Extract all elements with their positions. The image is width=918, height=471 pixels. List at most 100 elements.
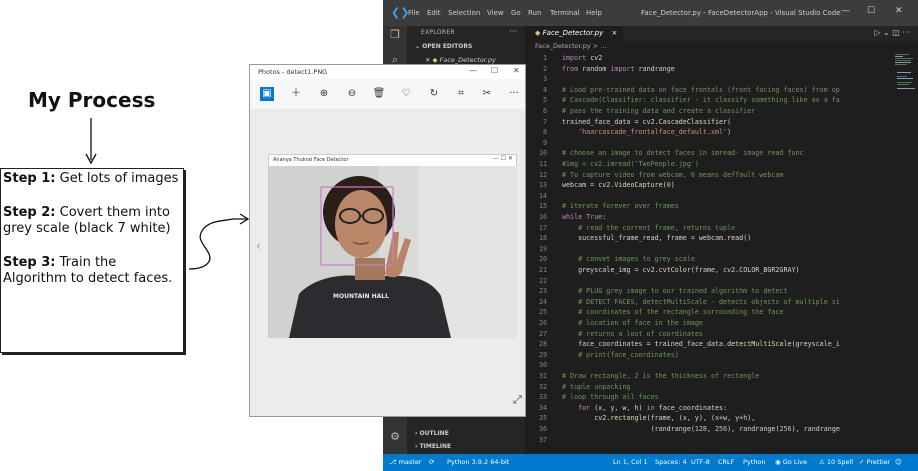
indentation[interactable]: Spaces: 4 xyxy=(655,458,687,466)
cursor-position[interactable]: Ln 1, Col 1 xyxy=(613,458,648,466)
edit-icon[interactable]: ✂ xyxy=(480,87,494,101)
zoom-out-icon[interactable]: ⊖ xyxy=(345,87,359,101)
code-line[interactable]: # pass the training data and create a cl… xyxy=(562,107,755,115)
python-interpreter[interactable]: Python 3.9.2 64-bit xyxy=(447,458,509,466)
sync-icon[interactable]: ⟳ xyxy=(429,458,434,466)
fullscreen-icon[interactable]: ⤢ xyxy=(513,393,522,407)
line-number: 30 xyxy=(538,361,547,370)
open-editors-section[interactable]: ⌄ OPEN EDITORS xyxy=(415,43,472,50)
feedback-icon[interactable]: ☺ xyxy=(895,458,902,466)
view-image-icon[interactable]: ▣ xyxy=(260,87,274,101)
go-live-button[interactable]: ◉ Go Live xyxy=(775,458,807,466)
code-line[interactable]: for (x, y, w, h) in face_coordinates: xyxy=(562,404,727,412)
menu-view[interactable]: View xyxy=(487,9,504,17)
code-line[interactable]: # choose an image to detect faces in imr… xyxy=(562,149,804,157)
eol[interactable]: CRLF xyxy=(718,458,734,466)
branch-status[interactable]: ⎇ master xyxy=(389,458,421,466)
more-icon[interactable]: ··· xyxy=(507,87,521,101)
code-line[interactable]: # read the current frame, returns tuple xyxy=(562,224,735,232)
language-mode[interactable]: Python xyxy=(743,458,766,466)
code-line[interactable]: # loop through all faces xyxy=(562,393,659,401)
status-bar: ⎇ master ⟳ Python 3.9.2 64-bit Ln 1, Col… xyxy=(383,454,918,471)
menu-file[interactable]: File xyxy=(408,9,420,17)
code-line[interactable]: (randrange(128, 256), randrange(256), ra… xyxy=(562,425,840,433)
encoding[interactable]: UTF-8 xyxy=(691,458,710,466)
photos-close-icon[interactable]: ✕ xyxy=(513,66,520,75)
minimize-icon[interactable]: — xyxy=(841,6,850,16)
previous-arrow-icon[interactable]: ‹ xyxy=(256,239,261,253)
detector-window-controls-icon: — ☐ ✕ xyxy=(492,155,513,162)
code-line[interactable]: sucessful_frame_read, frame = webcam.rea… xyxy=(562,234,751,242)
code-line[interactable]: # iterate forever over frames xyxy=(562,202,679,210)
line-number: 35 xyxy=(538,414,547,423)
settings-gear-icon[interactable]: ⚙ xyxy=(389,431,401,443)
favorite-icon[interactable]: ♡ xyxy=(399,87,413,101)
delete-icon[interactable]: 🗑 xyxy=(372,87,386,101)
code-line[interactable]: face_coordinates = trained_face_data.det… xyxy=(562,340,840,348)
code-line[interactable]: import cv2 xyxy=(562,54,602,62)
code-line[interactable]: # DETECT FACES, detectMultiScale - detec… xyxy=(562,298,840,306)
code-line[interactable]: greyscale_img = cv2.cvtColor(frame, cv2.… xyxy=(562,266,799,274)
line-number: 20 xyxy=(538,255,547,264)
timeline-section[interactable]: › TIMELINE xyxy=(415,443,451,450)
code-line[interactable]: # Draw rectangle, 2 is the thickness of … xyxy=(562,372,759,380)
menu-terminal[interactable]: Terminal xyxy=(550,9,580,17)
open-file-item[interactable]: ✕ ◆ Face_Detector.py xyxy=(425,56,496,64)
line-number: 33 xyxy=(538,393,547,402)
code-line[interactable]: #img = cv2.imread('TwoPeople.jpg') xyxy=(562,160,699,168)
more-actions-icon[interactable]: ··· xyxy=(509,27,517,36)
menu-help[interactable]: Help xyxy=(586,9,602,17)
code-line[interactable]: cv2.rectangle(frame, (x, y), (x+w, y+h), xyxy=(562,414,755,422)
tab-face-detector[interactable]: ◆ Face_Detector.py × xyxy=(525,26,623,41)
zoom-in-icon[interactable]: ⊕ xyxy=(317,87,331,101)
code-line[interactable]: while True: xyxy=(562,213,606,221)
line-number: 8 xyxy=(542,128,547,137)
line-number: 21 xyxy=(538,266,547,274)
code-line[interactable]: # Load pre-trained data on face frontals… xyxy=(562,86,840,94)
vscode-logo-icon: ❮❯ xyxy=(391,6,410,19)
line-number: 11 xyxy=(538,160,547,168)
code-line[interactable]: # print(face_coordinates) xyxy=(562,351,679,359)
slide-panel: My Process Step 1: Get lots of images St… xyxy=(0,0,250,471)
menu-selection[interactable]: Selection xyxy=(448,9,480,17)
code-line[interactable]: webcam = cv2.VideoCapture(0) xyxy=(562,181,675,189)
prettier-status[interactable]: ✓ Prettier xyxy=(859,458,890,466)
code-line[interactable]: 'haarcascade_frontalface_default.xml') xyxy=(562,128,731,136)
vscode-titlebar: ❮❯ File Edit Selection View Go Run Termi… xyxy=(383,0,918,26)
outline-section[interactable]: › OUTLINE xyxy=(415,430,449,437)
code-editor[interactable]: 1 import cv2 2 from random import randrange… xyxy=(525,52,895,454)
code-line[interactable]: # PLUG grey image to our trained algorit… xyxy=(562,287,787,295)
code-line[interactable]: # coordinates of the rectangle surroundi… xyxy=(562,308,783,316)
menu-run[interactable]: Run xyxy=(528,9,541,17)
run-file-icon[interactable]: ▷ ⌄ ◫ ··· xyxy=(874,28,910,37)
code-line[interactable]: # location of face in the image xyxy=(562,319,703,327)
line-number: 14 xyxy=(538,191,547,200)
rotate-icon[interactable]: ↻ xyxy=(427,87,441,101)
line-number: 24 xyxy=(538,297,547,306)
code-line[interactable]: # convet images to grey scale xyxy=(562,255,695,263)
code-line[interactable]: # Cascade(Classifier: classifier - it cl… xyxy=(562,96,840,104)
line-number: 29 xyxy=(538,350,547,359)
menu-edit[interactable]: Edit xyxy=(427,9,441,17)
window-title: Face_Detector.py - FaceDetectorApp - Vis… xyxy=(641,9,841,17)
code-line[interactable]: from random import randrange xyxy=(562,65,675,73)
photos-minimize-icon[interactable]: — xyxy=(469,66,477,75)
photo-canvas: ‹ Ananya Thukral Face Detector — ☐ ✕ MOU… xyxy=(250,109,525,416)
code-line[interactable]: # tuple unpacking xyxy=(562,383,630,391)
menu-go[interactable]: Go xyxy=(511,9,521,17)
line-number: 18 xyxy=(538,234,547,243)
photos-maximize-icon[interactable]: ☐ xyxy=(491,66,498,75)
minimap xyxy=(895,54,915,89)
breadcrumb[interactable]: Face_Detector.py > ... xyxy=(525,42,918,52)
add-icon[interactable]: ＋ xyxy=(289,87,303,101)
maximize-icon[interactable]: ☐ xyxy=(867,6,875,16)
line-number: 34 xyxy=(538,403,547,412)
crop-icon[interactable]: ⌗ xyxy=(454,87,468,101)
spell-check[interactable]: ⚠ 10 Spell xyxy=(819,458,853,466)
line-number: 19 xyxy=(538,244,547,253)
explorer-icon[interactable]: ❐ xyxy=(389,29,401,41)
code-line[interactable]: trained_face_data = cv2.CascadeClassifie… xyxy=(562,118,731,126)
code-line[interactable]: # To capture video from webcam, 0 means … xyxy=(562,171,783,179)
close-icon[interactable]: ✕ xyxy=(895,6,903,16)
code-line[interactable]: # returns a lost of coordinates xyxy=(562,330,703,338)
